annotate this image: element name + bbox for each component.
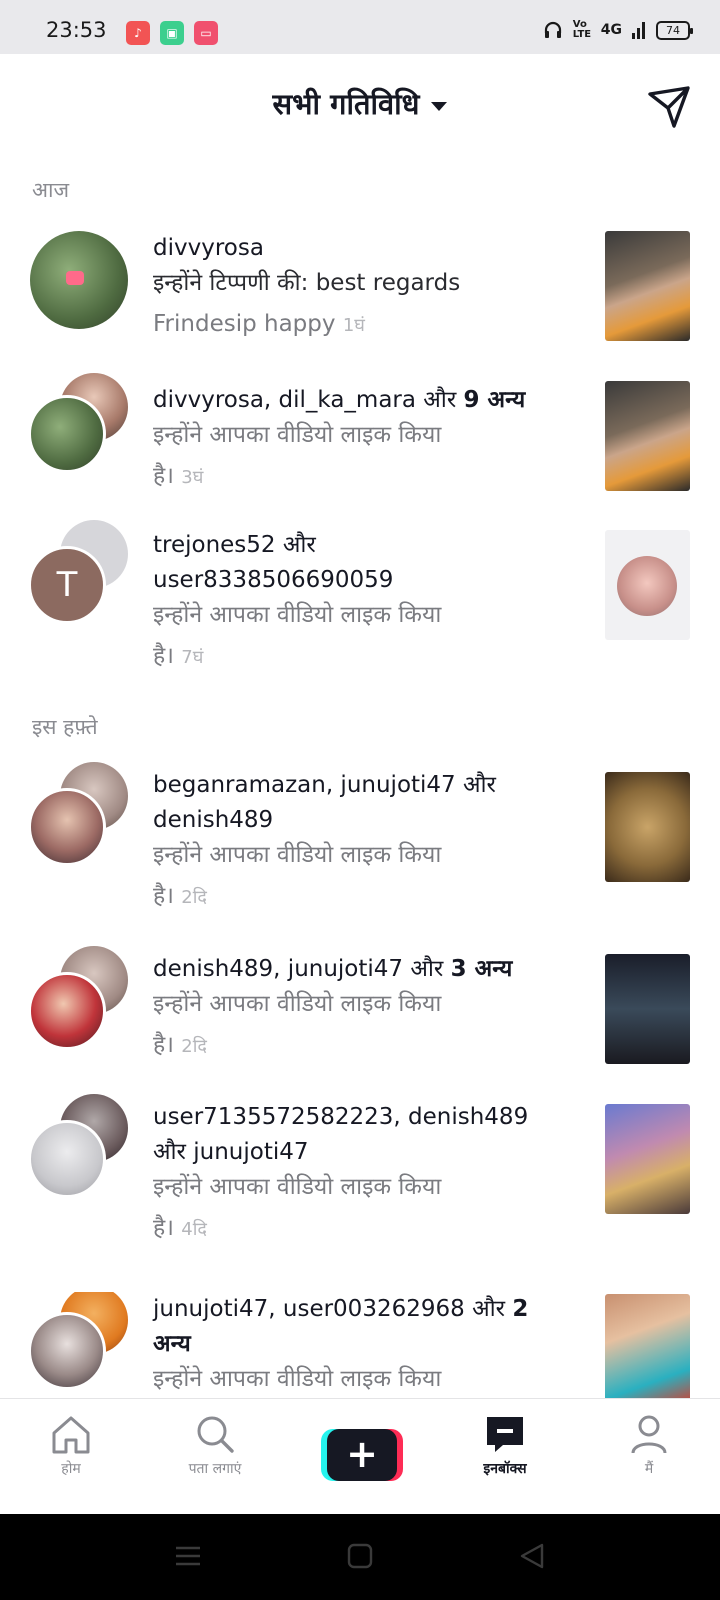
nav-home[interactable]: होम [16, 1413, 126, 1478]
avatar[interactable] [28, 1312, 106, 1390]
send-plane-icon[interactable] [646, 84, 692, 130]
notification-names[interactable]: denish489, junujoti47 [153, 956, 403, 982]
headphones-icon [544, 21, 561, 38]
section-this-week: इस हफ़्ते [32, 715, 98, 739]
like-text: इन्होंने आपका वीडियो लाइक किया [153, 602, 442, 628]
sim-app-icon: ▣ [160, 21, 184, 45]
status-bar: 23:53 ♪ ▣ ▭ Vo LTE 4G 74 [0, 0, 720, 54]
video-thumbnail[interactable] [605, 1104, 690, 1214]
avatar[interactable] [28, 788, 106, 866]
page-title: सभी गतिविधि [272, 87, 420, 121]
status-time: 23:53 [46, 18, 107, 42]
timestamp: 7घं [181, 647, 204, 668]
notification-names[interactable]: user7135572582223, denish489 [153, 1100, 573, 1135]
create-button[interactable]: + [321, 1429, 403, 1481]
timestamp: 3घं [181, 467, 204, 488]
notification-names[interactable]: junujoti47, user003262968 [153, 1296, 465, 1322]
inbox-icon [487, 1417, 523, 1452]
notification-row[interactable]: T trejones52 और user8338506690059 इन्हों… [0, 520, 720, 670]
nav-inbox[interactable]: इनबॉक्स [450, 1413, 560, 1478]
menu-icon[interactable] [174, 1542, 202, 1570]
nav-discover[interactable]: पता लगाएं [160, 1413, 270, 1478]
timestamp: 4दि [181, 1219, 207, 1240]
like-text: इन्होंने आपका वीडियो लाइक किया [153, 1366, 442, 1392]
home-icon [52, 1416, 90, 1454]
bottom-nav: होम पता लगाएं + इनबॉक्स मैं [0, 1398, 720, 1514]
video-thumbnail[interactable] [605, 530, 690, 640]
notification-names[interactable]: divvyrosa [153, 231, 573, 266]
like-text: इन्होंने आपका वीडियो लाइक किया [153, 422, 442, 448]
others-count[interactable]: 3 अन्य [451, 956, 513, 982]
inbox-header: सभी गतिविधि [0, 54, 720, 158]
like-text: इन्होंने आपका वीडियो लाइक किया [153, 842, 442, 868]
comment-text: इन्होंने टिप्पणी की: best regards [153, 270, 461, 296]
others-count[interactable]: 2 [512, 1296, 528, 1322]
nav-me[interactable]: मैं [594, 1413, 704, 1478]
plus-icon: + [327, 1429, 397, 1481]
video-thumbnail[interactable] [605, 954, 690, 1064]
status-indicators: Vo LTE 4G 74 [543, 19, 693, 40]
timestamp: 1घं [342, 315, 365, 336]
nav-inbox-label: इनबॉक्स [483, 1461, 527, 1477]
avatar[interactable]: T [28, 546, 106, 624]
comment-text-cont: Frindesip happy [153, 311, 336, 337]
profile-icon [631, 1415, 667, 1454]
signal-indicator: 4G [600, 22, 622, 38]
video-thumbnail[interactable] [605, 231, 690, 341]
timestamp: 2दि [181, 887, 207, 908]
avatar[interactable] [28, 1120, 106, 1198]
notification-names-cont[interactable]: junujoti47 [193, 1139, 308, 1165]
notification-names[interactable]: beganramazan, junujoti47 [153, 772, 456, 798]
section-today: आज [32, 178, 70, 202]
notification-names[interactable]: trejones52 [153, 532, 276, 558]
nav-home-label: होम [61, 1461, 81, 1477]
system-nav-bar [0, 1514, 720, 1600]
avatar[interactable] [28, 972, 106, 1050]
notification-names-cont[interactable]: denish489 [153, 803, 573, 838]
avatar-letter: T [56, 565, 78, 605]
caret-down-icon [431, 101, 448, 111]
like-text: इन्होंने आपका वीडियो लाइक किया [153, 1174, 442, 1200]
like-text: इन्होंने आपका वीडियो लाइक किया [153, 991, 442, 1017]
nav-discover-label: पता लगाएं [188, 1461, 242, 1477]
avatar[interactable] [28, 395, 106, 473]
activity-filter-dropdown[interactable]: सभी गतिविधि [0, 84, 720, 123]
battery-indicator: 74 [656, 20, 693, 40]
notification-row[interactable]: denish489, junujoti47 और 3 अन्य इन्होंने… [0, 946, 720, 1082]
video-thumbnail[interactable] [605, 1294, 690, 1398]
others-count[interactable]: 9 अन्य [464, 387, 526, 413]
avatar[interactable] [30, 231, 128, 329]
back-icon[interactable] [518, 1542, 546, 1570]
timestamp: 2दि [181, 1036, 207, 1057]
notification-row[interactable]: divvyrosa इन्होंने टिप्पणी की: best rega… [0, 225, 720, 355]
search-icon [197, 1416, 234, 1453]
notification-row[interactable]: junujoti47, user003262968 और 2 अन्य इन्ह… [0, 1292, 720, 1398]
nav-me-label: मैं [644, 1461, 654, 1477]
video-thumbnail[interactable] [605, 772, 690, 882]
signal-bars-icon [632, 22, 645, 39]
notification-row[interactable]: beganramazan, junujoti47 और denish489 इन… [0, 762, 720, 918]
volte-indicator: Vo LTE [572, 19, 592, 40]
notification-row[interactable]: user7135572582223, denish489 और junujoti… [0, 1094, 720, 1250]
notification-names[interactable]: divvyrosa, dil_ka_mara [153, 387, 416, 413]
video-thumbnail[interactable] [605, 381, 690, 491]
notification-names-cont[interactable]: user8338506690059 [153, 563, 573, 598]
music-app-icon: ♪ [126, 21, 150, 45]
others-label: अन्य [153, 1331, 191, 1357]
home-square-icon[interactable] [346, 1542, 374, 1570]
recorder-app-icon: ▭ [194, 21, 218, 45]
notification-row[interactable]: divvyrosa, dil_ka_mara और 9 अन्य इन्होंन… [0, 373, 720, 503]
